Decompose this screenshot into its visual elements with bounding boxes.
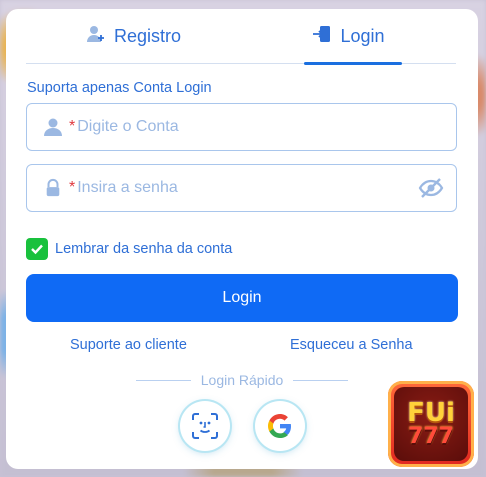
- required-mark: *: [69, 118, 76, 135]
- forgot-password-link[interactable]: Esqueceu a Senha: [290, 337, 413, 353]
- required-mark: *: [69, 179, 76, 196]
- user-icon: [43, 117, 63, 137]
- tab-registro-label: Registro: [113, 25, 182, 46]
- password-field[interactable]: *: [26, 164, 457, 212]
- check-icon: [31, 244, 43, 255]
- remember-label: Lembrar da senha da conta: [55, 241, 233, 257]
- quick-login-label: Login Rápido: [200, 372, 284, 388]
- logo-number: 777: [408, 424, 454, 449]
- quick-login-divider: Login Rápido: [136, 372, 349, 388]
- face-id-icon: [192, 413, 218, 439]
- login-button[interactable]: Login: [26, 274, 458, 322]
- divider-line: [293, 379, 349, 381]
- eye-hidden-icon[interactable]: [418, 177, 444, 199]
- divider-line: [136, 379, 191, 381]
- account-input[interactable]: [77, 118, 456, 136]
- tab-login[interactable]: Login: [241, 9, 456, 65]
- login-hint: Suporta apenas Conta Login: [27, 80, 212, 96]
- tab-bar: Registro Login: [26, 9, 456, 65]
- login-door-icon: [312, 24, 332, 49]
- remember-checkbox[interactable]: [26, 238, 48, 260]
- tab-login-label: Login: [340, 25, 385, 46]
- logo-word: FUi: [407, 398, 455, 428]
- fui777-logo: FUi 777: [388, 381, 474, 467]
- account-field[interactable]: *: [26, 103, 457, 151]
- password-input[interactable]: [77, 179, 456, 197]
- user-add-icon: [86, 24, 106, 49]
- remember-password[interactable]: Lembrar da senha da conta: [26, 238, 232, 260]
- lock-icon: [43, 178, 63, 198]
- logo-inner: FUi 777: [394, 387, 468, 461]
- google-icon: [268, 414, 291, 438]
- support-link[interactable]: Suporte ao cliente: [70, 337, 187, 353]
- google-login-button[interactable]: [255, 401, 305, 451]
- tab-registro[interactable]: Registro: [26, 9, 241, 63]
- face-id-button[interactable]: [180, 401, 230, 451]
